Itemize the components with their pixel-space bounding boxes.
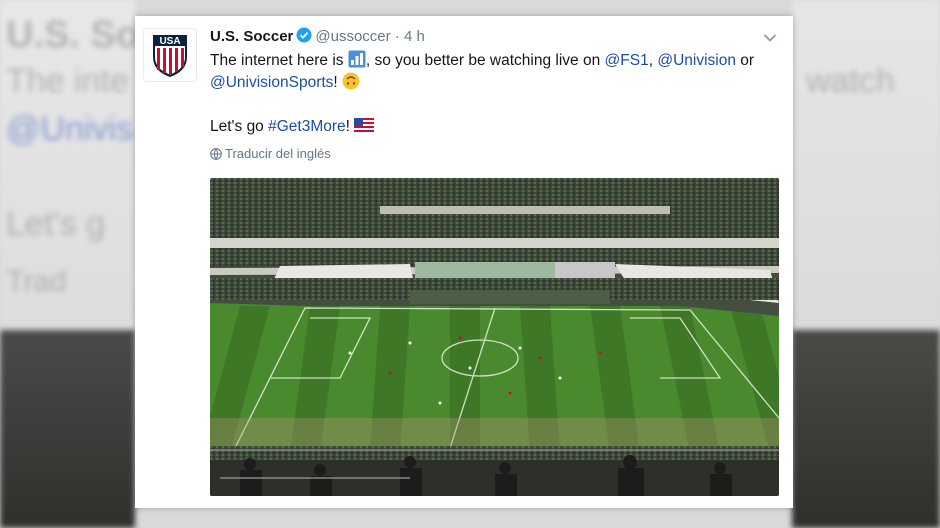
stadium-photo [210, 178, 779, 496]
background-photo-right [792, 330, 940, 528]
timestamp[interactable]: 4 h [404, 28, 425, 45]
translate-link[interactable]: Traducir del inglés [210, 146, 331, 163]
separator-dot: · [394, 28, 400, 45]
avatar[interactable]: USA [143, 28, 197, 82]
background-text-line-right: watch [806, 62, 895, 100]
verified-badge-icon [296, 27, 312, 47]
display-name[interactable]: U.S. Soccer [210, 28, 293, 45]
upside-down-face-emoji-icon [342, 72, 360, 90]
mention-fs1-link[interactable]: @FS1 [605, 52, 649, 69]
tweet-text-letsgo: Let's go [210, 118, 269, 135]
handle[interactable]: @ussoccer [315, 28, 390, 45]
background-text-mention: @Univis [6, 110, 134, 148]
tweet-header: U.S. Soccer @ussoccer · 4 h [210, 27, 425, 47]
tweet-photo[interactable] [210, 178, 779, 496]
tweet-text-bang: ! [345, 118, 355, 135]
background-photo-left [0, 330, 135, 528]
bar-chart-emoji-icon [348, 50, 366, 68]
us-soccer-crest-icon: USA [153, 35, 187, 77]
background-text-letsgo: Let's g [6, 205, 106, 243]
background-text-line: The inte [6, 62, 129, 100]
mention-univisionsports-link[interactable]: @UnivisionSports [210, 74, 333, 91]
avatar-label: USA [159, 36, 180, 47]
tweet-text-part: , so you better be watching live on [365, 52, 605, 69]
background-text-translate: Trad [6, 265, 67, 298]
tweet-text-exclaim: ! [333, 74, 343, 91]
tweet-text: The internet here is , so you better be … [210, 50, 770, 138]
tweet-text-part: The internet here is [210, 52, 348, 69]
tweet-card[interactable]: USA U.S. Soccer @ussoccer · 4 h The inter… [135, 16, 793, 508]
us-flag-emoji-icon [354, 117, 375, 132]
globe-icon [210, 148, 222, 163]
mention-univision-link[interactable]: @Univision [657, 52, 736, 69]
tweet-text-or: or [735, 52, 755, 69]
hashtag-link[interactable]: #Get3More [268, 118, 346, 135]
background-text-name: U.S. So [6, 14, 140, 56]
chevron-down-icon[interactable] [763, 30, 777, 48]
translate-label: Traducir del inglés [225, 146, 331, 161]
